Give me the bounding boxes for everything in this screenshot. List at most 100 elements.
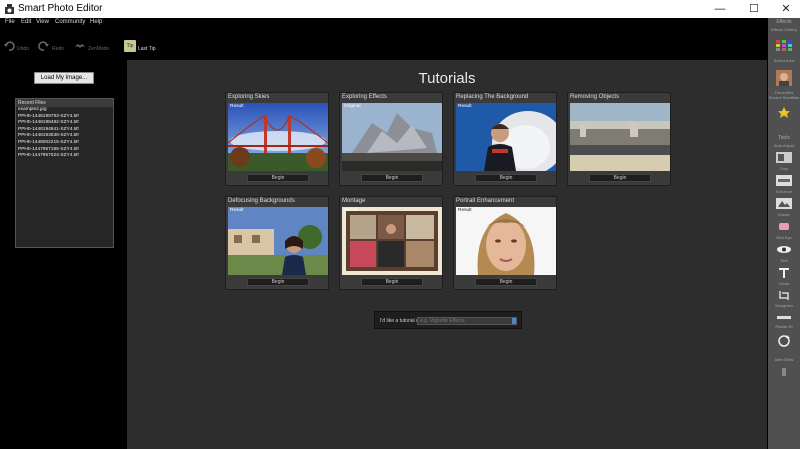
tool-label: Enhance	[776, 189, 792, 194]
crop-icon[interactable]	[776, 175, 792, 186]
tutorial-title: Removing Objects	[570, 94, 620, 100]
tutorial-thumbnail[interactable]	[570, 103, 670, 171]
recent-file-item[interactable]: PPHh-1448198482-SZY4.tiff	[16, 120, 113, 127]
begin-button[interactable]: Begin	[361, 174, 423, 182]
eraser-icon[interactable]	[776, 221, 792, 232]
straighten-icon[interactable]	[776, 312, 792, 323]
recent-file-item[interactable]: PPHh-1447957185-SZY4.tiff	[16, 147, 113, 154]
begin-button[interactable]: Begin	[475, 278, 537, 286]
text-icon[interactable]	[776, 267, 792, 278]
menu-edit[interactable]: Edit	[21, 19, 31, 25]
rotate-icon[interactable]	[776, 334, 792, 348]
after-edits-label: After Edits	[774, 357, 794, 362]
toolbar: Undo Redo ZenMode Tip Last Tip	[0, 28, 768, 60]
menu-bar: File Edit View Community Help	[0, 18, 768, 28]
result-label: Result	[230, 208, 244, 213]
tutorial-card-removing-objects[interactable]: Removing Objects Begin	[567, 92, 671, 186]
result-label: Result	[458, 208, 472, 213]
tool-label: Crop	[779, 166, 789, 171]
eye-icon[interactable]	[776, 244, 792, 255]
recent-file-item[interactable]: example2.jpg	[16, 107, 113, 114]
tutorial-card-montage[interactable]: Montage Result Begin	[339, 196, 443, 290]
close-button[interactable]: ✕	[770, 0, 800, 18]
recent-files-panel: Recent Files example2.jpg PPHh-144819978…	[15, 98, 114, 248]
portrait-image	[456, 207, 556, 275]
zen-mode-label: ZenMode	[88, 46, 110, 52]
tutorial-card-exploring-effects[interactable]: Exploring Effects Original Begin	[339, 92, 443, 186]
zen-mode-button[interactable]: ZenMode	[74, 40, 116, 54]
tool-label: Straighten	[774, 303, 794, 308]
undo-button[interactable]: Undo	[3, 40, 33, 54]
effects-image	[342, 103, 442, 171]
defocus-image	[228, 207, 328, 275]
clone-icon[interactable]	[776, 290, 792, 301]
tool-label: Auto Adjust	[773, 143, 795, 148]
begin-button[interactable]: Begin	[247, 278, 309, 286]
undo-icon	[4, 41, 15, 51]
tutorial-thumbnail[interactable]: Result	[456, 207, 556, 275]
last-tip-label: Last Tip	[138, 46, 156, 52]
search-go-icon[interactable]	[512, 318, 516, 324]
last-tip-button[interactable]: Tip Last Tip	[124, 40, 164, 54]
right-sidebar: Effects Effects Gallery Select Area Favo…	[768, 18, 800, 449]
redo-button[interactable]: Redo	[38, 40, 68, 54]
tutorial-card-replacing-background[interactable]: Replacing The Background Result Begin	[453, 92, 557, 186]
recent-file-item[interactable]: PPHh-1448193638-SZY4.tiff	[16, 133, 113, 140]
tutorial-thumbnail[interactable]: Result	[456, 103, 556, 171]
tutorial-card-defocusing-backgrounds[interactable]: Defocusing Backgrounds Result Begin	[225, 196, 329, 290]
effects-gallery-label: Effects Gallery	[771, 27, 797, 32]
tip-icon: Tip	[124, 40, 136, 52]
tutorial-thumbnail[interactable]: Result	[228, 207, 328, 275]
menu-community[interactable]: Community	[55, 19, 85, 25]
tool-label: Eraser	[778, 212, 790, 217]
tutorial-title: Montage	[342, 198, 366, 204]
star-icon[interactable]	[776, 107, 792, 118]
tutorial-search-input[interactable]	[417, 317, 517, 325]
menu-view[interactable]: View	[36, 19, 49, 25]
begin-button[interactable]: Begin	[361, 278, 423, 286]
load-image-button[interactable]: Load My Image...	[34, 72, 94, 84]
tutorial-search-bar: I'd like a tutorial on:	[374, 311, 522, 329]
recent-file-item[interactable]: PPHh-1448002215-SZY4.tiff	[16, 140, 113, 147]
montage-image	[342, 207, 442, 275]
tool-label: Clone	[778, 281, 790, 286]
tutorial-card-portrait-enhancement[interactable]: Portrait Enhancement Result Begin	[453, 196, 557, 290]
select-area-icon[interactable]	[776, 70, 792, 86]
minimize-button[interactable]: —	[704, 0, 736, 18]
result-label: Result	[344, 208, 358, 213]
left-panel: Load My Image... Recent Files example2.j…	[0, 60, 127, 449]
select-area-label: Select Area	[773, 58, 795, 63]
tutorial-thumbnail[interactable]: Original	[342, 103, 442, 171]
redo-icon	[38, 41, 49, 51]
recent-file-item[interactable]: PPHh-1448199783-SZY4.tiff	[16, 114, 113, 121]
begin-button[interactable]: Begin	[247, 174, 309, 182]
maximize-button[interactable]: ☐	[738, 0, 770, 18]
tools-section-label: Tools	[778, 135, 790, 141]
tutorial-thumbnail[interactable]: Result	[228, 103, 328, 171]
tool-label: Red Eye	[776, 235, 792, 240]
tutorial-title: Exploring Skies	[228, 94, 270, 100]
begin-button[interactable]: Begin	[475, 174, 537, 182]
tutorial-card-exploring-skies[interactable]: Exploring Skies Result Begin	[225, 92, 329, 186]
after-edits-icon[interactable]	[776, 366, 792, 377]
bird-icon	[75, 44, 85, 48]
window-title: Smart Photo Editor	[18, 3, 103, 14]
tool-label: Rotate 90	[775, 324, 793, 329]
favourites-label: Favourites Recent Shortlists	[768, 90, 800, 100]
recent-file-item[interactable]: PPHh-1447957024-SZY4.tiff	[16, 153, 113, 160]
enhance-icon[interactable]	[776, 198, 792, 209]
beach-image	[570, 103, 670, 171]
tutorial-title: Portrait Enhancement	[456, 198, 515, 204]
tutorials-area: Tutorials Exploring Skies Result Begin E…	[127, 60, 767, 449]
auto-adjust-icon[interactable]	[776, 152, 792, 163]
result-label: Original	[344, 104, 361, 109]
tutorial-title: Defocusing Backgrounds	[228, 198, 295, 204]
tutorial-thumbnail[interactable]: Result	[342, 207, 442, 275]
menu-file[interactable]: File	[5, 19, 15, 25]
begin-button[interactable]: Begin	[589, 174, 651, 182]
effects-gallery-icon[interactable]	[776, 40, 792, 51]
background-image	[456, 103, 556, 171]
menu-help[interactable]: Help	[90, 19, 102, 25]
title-bar: Smart Photo Editor — ☐ ✕	[0, 0, 800, 18]
recent-file-item[interactable]: PPHh-1448194841-SZY4.tiff	[16, 127, 113, 134]
